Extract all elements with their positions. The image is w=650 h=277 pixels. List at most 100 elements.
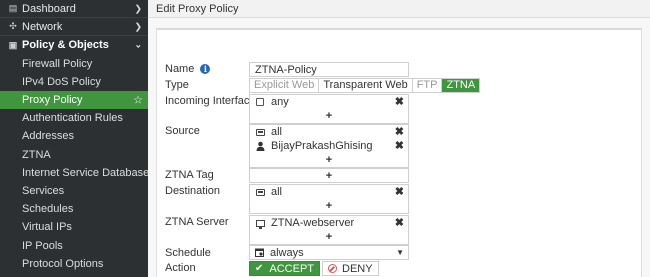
source-value-user: BijayPrakashGhising — [271, 140, 373, 152]
nav-internet-service-database-label: Internet Service Database — [22, 166, 150, 179]
remove-icon[interactable]: ✖ — [395, 125, 404, 139]
nav-schedules-label: Schedules — [22, 203, 74, 216]
network-icon: ✣ — [9, 21, 17, 32]
nav-proxy-policy-label: Proxy Policy — [22, 94, 83, 107]
nav-ztna[interactable]: ZTNA — [0, 146, 148, 164]
remove-icon[interactable]: ✖ — [395, 216, 404, 230]
name-label: Name i — [165, 63, 211, 75]
page-title: Edit Proxy Policy — [156, 3, 239, 15]
nav-authentication-rules[interactable]: Authentication Rules — [0, 109, 148, 127]
add-ztna-tag-button[interactable]: + — [250, 169, 408, 183]
deny-icon — [328, 264, 338, 273]
page-header: Edit Proxy Policy — [148, 0, 650, 18]
interface-icon — [255, 98, 265, 106]
main-content: Namei Type Explicit Web Transparent Web … — [148, 18, 650, 277]
type-transparent-web[interactable]: Transparent Web — [319, 79, 413, 92]
nav-proxy-policy[interactable]: Proxy Policy ☆ — [0, 90, 148, 110]
nav-dashboard-label: Dashboard — [22, 2, 76, 15]
policy-form: Namei Type Explicit Web Transparent Web … — [156, 28, 642, 277]
nav-addresses[interactable]: Addresses — [0, 127, 148, 145]
chevron-right-icon: ❯ — [134, 3, 142, 14]
schedule-value: always — [270, 246, 304, 259]
incoming-interface-entry: any ✖ — [250, 95, 408, 109]
type-label: Type — [165, 79, 189, 91]
source-label: Source — [165, 125, 200, 137]
check-icon: ✔ — [255, 263, 264, 274]
server-icon — [255, 219, 265, 229]
nav-policy-objects-label: Policy & Objects — [22, 39, 109, 52]
nav-virtual-ips[interactable]: Virtual IPs — [0, 218, 148, 236]
type-selector: Explicit Web Transparent Web FTP ZTNA — [249, 78, 481, 93]
type-ftp[interactable]: FTP — [413, 79, 443, 92]
nav-network-label: Network — [22, 20, 63, 33]
schedule-label: Schedule — [165, 247, 211, 259]
name-input[interactable] — [249, 62, 409, 77]
address-icon — [255, 188, 265, 196]
action-label: Action — [165, 262, 196, 274]
source-value-all: all — [271, 126, 283, 138]
nav-authentication-rules-label: Authentication Rules — [22, 112, 123, 125]
type-ztna[interactable]: ZTNA — [442, 79, 480, 92]
nav-network[interactable]: ✣ Network ❯ — [0, 18, 148, 37]
user-icon — [255, 141, 265, 151]
chevron-right-icon: ❯ — [134, 21, 142, 32]
deny-label: DENY — [342, 262, 373, 275]
sidebar: ▤ Dashboard ❯ ✣ Network ❯ ▣ Policy & Obj… — [0, 0, 150, 277]
ztna-server-field[interactable]: ZTNA-webserver ✖ + — [249, 215, 409, 245]
policy-icon: ▣ — [8, 39, 18, 50]
source-entry: BijayPrakashGhising ✖ — [250, 139, 408, 153]
ztna-tag-label: ZTNA Tag — [165, 169, 214, 181]
action-selector: ✔ ACCEPT DENY — [249, 261, 379, 276]
add-incoming-interface-button[interactable]: + — [250, 109, 408, 123]
destination-field[interactable]: all ✖ + — [249, 184, 409, 214]
nav-protocol-options[interactable]: Protocol Options — [0, 255, 148, 273]
incoming-interface-field[interactable]: any ✖ + — [249, 94, 409, 124]
schedule-select[interactable]: always ▼ — [249, 245, 409, 260]
ztna-server-value: ZTNA-webserver — [271, 217, 355, 229]
nav-firewall-policy-label: Firewall Policy — [22, 57, 93, 70]
accept-label: ACCEPT — [269, 262, 315, 275]
nav-ip-pools-label: IP Pools — [22, 239, 63, 252]
nav-ztna-label: ZTNA — [22, 148, 51, 161]
nav-protocol-options-label: Protocol Options — [22, 257, 104, 270]
ztna-server-entry: ZTNA-webserver ✖ — [250, 216, 408, 230]
incoming-interface-label: Incoming Interface — [165, 95, 256, 107]
nav-services[interactable]: Services — [0, 182, 148, 200]
star-icon[interactable]: ☆ — [133, 94, 143, 107]
chevron-down-icon: ⌄ — [134, 39, 142, 50]
nav-internet-service-database[interactable]: Internet Service Database — [0, 164, 150, 182]
caret-down-icon: ▼ — [396, 248, 404, 257]
accept-button[interactable]: ✔ ACCEPT — [249, 261, 321, 276]
calendar-icon — [255, 248, 264, 257]
remove-icon[interactable]: ✖ — [395, 185, 404, 199]
source-field[interactable]: all ✖ BijayPrakashGhising ✖ + — [249, 124, 409, 168]
nav-dashboard[interactable]: ▤ Dashboard ❯ — [0, 0, 148, 19]
ztna-tag-field[interactable]: + — [249, 168, 409, 183]
info-icon[interactable]: i — [200, 64, 211, 75]
nav-virtual-ips-label: Virtual IPs — [22, 221, 72, 234]
deny-button[interactable]: DENY — [322, 261, 379, 276]
nav-policy-objects[interactable]: ▣ Policy & Objects ⌄ — [0, 36, 148, 54]
nav-ip-pools[interactable]: IP Pools — [0, 236, 148, 254]
remove-icon[interactable]: ✖ — [395, 139, 404, 153]
name-label-text: Name — [165, 63, 195, 75]
nav-firewall-policy[interactable]: Firewall Policy — [0, 55, 148, 73]
source-entry: all ✖ — [250, 125, 408, 139]
nav-ipv4-dos-policy[interactable]: IPv4 DoS Policy — [0, 73, 148, 91]
nav-services-label: Services — [22, 184, 65, 197]
nav-schedules[interactable]: Schedules — [0, 200, 148, 218]
ztna-server-label: ZTNA Server — [165, 216, 229, 228]
remove-icon[interactable]: ✖ — [395, 95, 404, 109]
destination-value: all — [271, 186, 283, 198]
destination-label: Destination — [165, 185, 221, 197]
add-source-button[interactable]: + — [250, 153, 408, 167]
dashboard-icon: ▤ — [8, 3, 18, 14]
destination-entry: all ✖ — [250, 185, 408, 199]
add-destination-button[interactable]: + — [250, 199, 408, 213]
address-icon — [255, 128, 265, 136]
add-ztna-server-button[interactable]: + — [250, 230, 408, 244]
incoming-interface-value: any — [271, 96, 289, 108]
type-explicit-web[interactable]: Explicit Web — [250, 79, 320, 92]
nav-addresses-label: Addresses — [22, 130, 74, 143]
nav-ipv4-dos-policy-label: IPv4 DoS Policy — [22, 75, 101, 88]
